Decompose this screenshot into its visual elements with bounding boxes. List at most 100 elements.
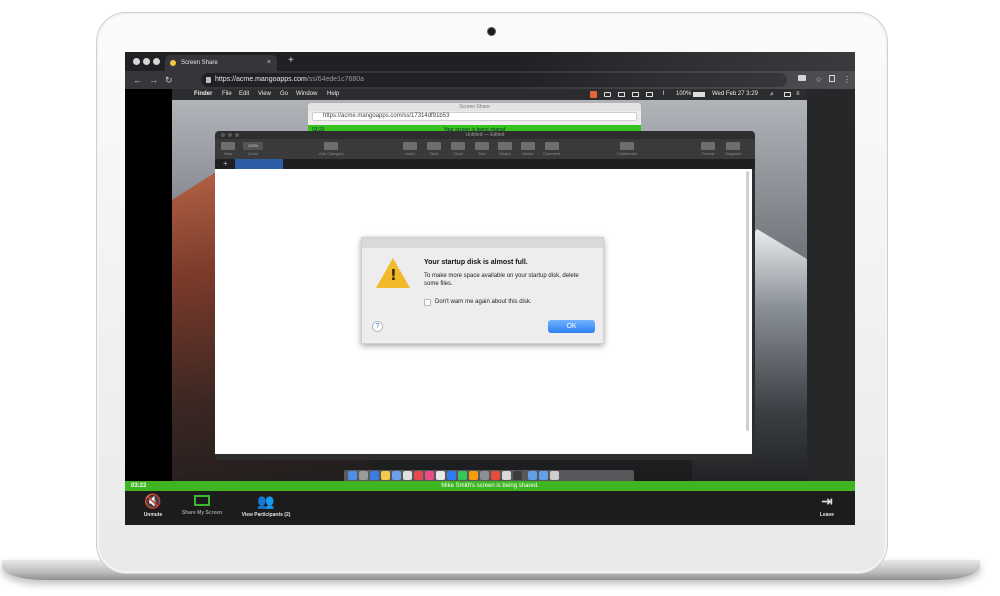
table-button[interactable]: Table bbox=[427, 142, 441, 156]
keynote-title: Untitled — Edited bbox=[215, 131, 755, 139]
wifi-icon[interactable]: ⌇ bbox=[662, 89, 665, 100]
add-category-button[interactable]: Add Category bbox=[319, 142, 343, 156]
minimize-window-dot[interactable] bbox=[143, 58, 150, 65]
text-button[interactable]: Text bbox=[475, 142, 489, 156]
help-button[interactable]: ? bbox=[372, 321, 383, 332]
reload-icon[interactable]: ↻ bbox=[165, 74, 173, 86]
zoom-dot[interactable] bbox=[235, 133, 239, 137]
view-button[interactable]: View bbox=[221, 142, 235, 156]
dock-keynote-icon[interactable] bbox=[447, 471, 456, 480]
back-icon[interactable]: ← bbox=[133, 74, 142, 86]
dock-notes-icon[interactable] bbox=[381, 471, 390, 480]
meeting-controls: 🔇 Unmute Share My Screen 👥 View Particip… bbox=[125, 491, 855, 525]
dock-music-icon[interactable] bbox=[425, 471, 434, 480]
close-dot[interactable] bbox=[221, 133, 225, 137]
app-status-icon[interactable] bbox=[590, 91, 597, 98]
forward-icon[interactable]: → bbox=[149, 74, 158, 86]
menu-clock[interactable]: Wed Feb 27 3:29 bbox=[712, 89, 758, 100]
collaborate-button[interactable]: Collaborate bbox=[617, 142, 637, 156]
dock-mail-icon[interactable] bbox=[392, 471, 401, 480]
dock-folder-icon[interactable] bbox=[528, 471, 537, 480]
dont-warn-checkbox[interactable] bbox=[424, 299, 431, 306]
mac-menu-bar: Finder File Edit View Go Window Help ⌇ 1… bbox=[172, 89, 807, 100]
organize-button[interactable]: Organize bbox=[725, 142, 741, 156]
shape-icon bbox=[498, 142, 512, 150]
keynote-tab-strip: + bbox=[215, 159, 755, 169]
spotlight-icon[interactable]: ⌕ bbox=[770, 89, 774, 100]
dropbox-icon[interactable] bbox=[618, 92, 625, 97]
battery-icon bbox=[693, 92, 705, 97]
menu-file[interactable]: File bbox=[222, 89, 232, 100]
zoom-value: 125% bbox=[243, 142, 263, 150]
shape-button[interactable]: Shape bbox=[498, 142, 512, 156]
menu-go[interactable]: Go bbox=[280, 89, 288, 100]
menu-window[interactable]: Window bbox=[296, 89, 317, 100]
chart-icon bbox=[451, 142, 465, 150]
vertical-scrollbar[interactable] bbox=[746, 171, 749, 431]
siri-icon[interactable] bbox=[784, 92, 791, 97]
menu-finder[interactable]: Finder bbox=[194, 89, 212, 100]
menu-view[interactable]: View bbox=[258, 89, 271, 100]
startup-disk-alert: ! Your startup disk is almost full. To m… bbox=[361, 237, 604, 344]
menu-help[interactable]: Help bbox=[327, 89, 339, 100]
screen-share-url[interactable]: https://acme.mangoapps.com/ss/17314df91b… bbox=[312, 112, 637, 121]
insert-button[interactable]: Insert bbox=[403, 142, 417, 156]
new-tab-button[interactable]: + bbox=[288, 55, 294, 67]
unmute-label: Unmute bbox=[143, 512, 163, 518]
leave-button[interactable]: ⇥ Leave bbox=[815, 495, 839, 518]
shared-desktop: Finder File Edit View Go Window Help ⌇ 1… bbox=[172, 89, 807, 481]
warning-mark: ! bbox=[390, 266, 397, 284]
comment-button[interactable]: Comment bbox=[543, 142, 560, 156]
share-message: Mike Smith's screen is being shared. bbox=[441, 483, 539, 489]
add-sheet-button[interactable]: + bbox=[223, 159, 228, 169]
glare-overlay bbox=[520, 52, 855, 89]
chart-button[interactable]: Chart bbox=[451, 142, 465, 156]
participants-icon: 👥 bbox=[257, 494, 275, 510]
minimize-dot[interactable] bbox=[228, 133, 232, 137]
tab-screen-share[interactable]: Screen Share × bbox=[165, 55, 277, 71]
media-button[interactable]: Media bbox=[521, 142, 535, 156]
view-participants-button[interactable]: 👥 View Participants (2) bbox=[235, 495, 297, 518]
leave-label: Leave bbox=[819, 512, 835, 518]
close-window-dot[interactable] bbox=[133, 58, 140, 65]
close-tab-icon[interactable]: × bbox=[267, 55, 271, 71]
dock-app-icon[interactable] bbox=[491, 471, 500, 480]
ok-button[interactable]: OK bbox=[548, 320, 595, 333]
media-icon bbox=[521, 142, 535, 150]
dock-pages-icon[interactable] bbox=[469, 471, 478, 480]
screen-share-bar: 03:22 Mike Smith's screen is being share… bbox=[125, 481, 855, 491]
table-icon bbox=[427, 142, 441, 150]
dock-terminal-icon[interactable] bbox=[513, 471, 522, 480]
format-button[interactable]: Format bbox=[701, 142, 715, 156]
dock-news-icon[interactable] bbox=[414, 471, 423, 480]
active-sheet-tab[interactable] bbox=[235, 159, 283, 169]
muted-microphone-icon: 🔇 bbox=[144, 494, 162, 510]
dock-finder-icon[interactable] bbox=[348, 471, 357, 480]
dock-trash-icon[interactable] bbox=[550, 471, 559, 480]
dock-calendar-icon[interactable] bbox=[403, 471, 412, 480]
dock-chrome-icon[interactable] bbox=[436, 471, 445, 480]
organize-icon bbox=[726, 142, 741, 150]
text-icon bbox=[475, 142, 489, 150]
dock-downloads-icon[interactable] bbox=[539, 471, 548, 480]
cloud-icon[interactable] bbox=[632, 92, 639, 97]
dock-settings-icon[interactable] bbox=[480, 471, 489, 480]
dock-preview-icon[interactable] bbox=[502, 471, 511, 480]
unmute-button[interactable]: 🔇 Unmute bbox=[139, 495, 167, 518]
share-screen-label: Share My Screen bbox=[181, 510, 223, 516]
status-icon[interactable] bbox=[604, 92, 611, 97]
zoom-button[interactable]: 125% Zoom bbox=[243, 142, 263, 156]
share-screen-button[interactable]: Share My Screen bbox=[176, 495, 228, 516]
dont-warn-label[interactable]: Don't warn me again about this disk. bbox=[435, 299, 532, 305]
notification-center-icon[interactable]: ≡ bbox=[796, 89, 800, 100]
dock-launchpad-icon[interactable] bbox=[359, 471, 368, 480]
alert-message: To make more space available on your sta… bbox=[424, 273, 579, 287]
airplay-icon[interactable] bbox=[646, 92, 653, 97]
dock-numbers-icon[interactable] bbox=[458, 471, 467, 480]
menu-edit[interactable]: Edit bbox=[239, 89, 249, 100]
add-category-icon bbox=[324, 142, 339, 150]
maximize-window-dot[interactable] bbox=[153, 58, 160, 65]
battery-percent[interactable]: 100% bbox=[676, 89, 691, 100]
dock-safari-icon[interactable] bbox=[370, 471, 379, 480]
screen-share-window-title: Screen Share bbox=[308, 103, 641, 111]
